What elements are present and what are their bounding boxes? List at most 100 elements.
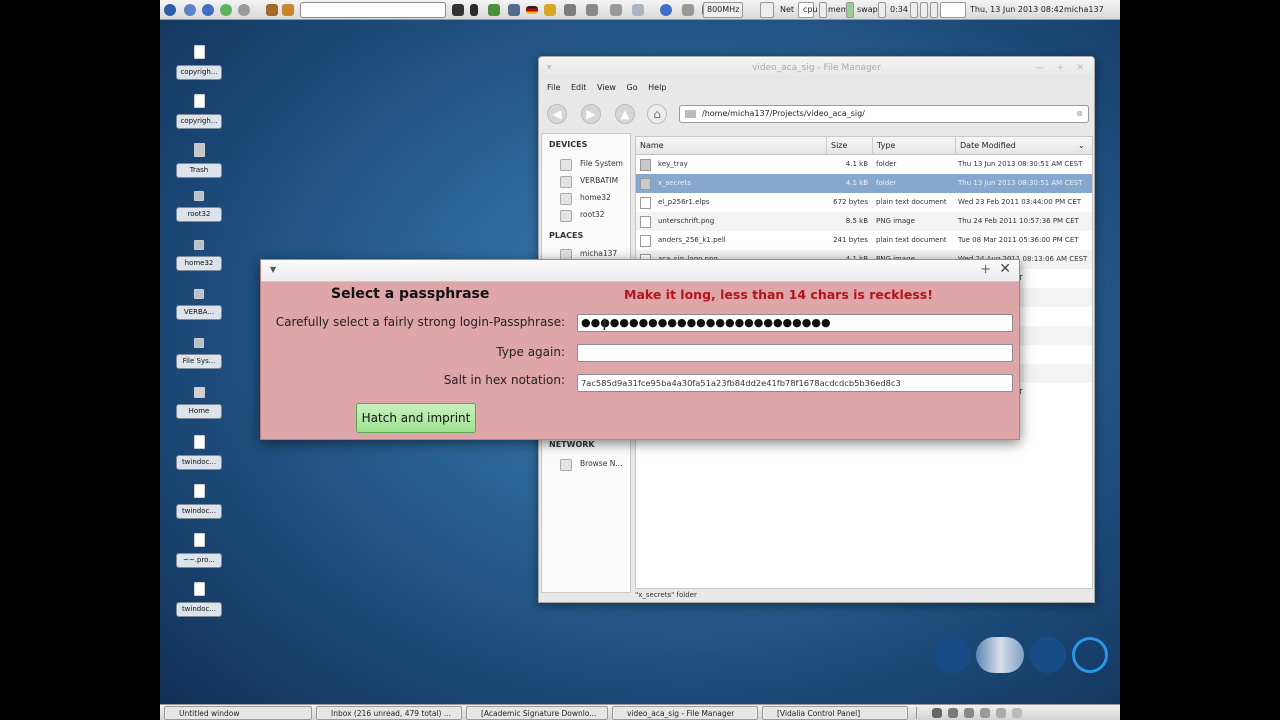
window-menu-icon[interactable]: ▾ — [547, 57, 552, 79]
desktop-icon[interactable]: twindoc... — [176, 435, 222, 471]
workspace-pager-1[interactable] — [910, 2, 918, 18]
tray-icon-3[interactable] — [964, 708, 974, 718]
desktop-icon[interactable]: twindoc... — [176, 484, 222, 520]
desktop-icon[interactable]: VERBA... — [176, 289, 222, 320]
document-icon — [640, 197, 651, 209]
sidebar-item-label: Browse N... — [580, 459, 623, 468]
network-icon[interactable] — [564, 4, 576, 16]
close-icon[interactable]: ✕ — [1076, 57, 1084, 79]
menu-file[interactable]: File — [547, 79, 560, 97]
user-name[interactable]: micha137 — [1064, 0, 1104, 20]
desktop-icon[interactable]: Trash — [176, 142, 222, 178]
edit-icon[interactable] — [282, 4, 294, 16]
task-inbox[interactable]: Inbox (216 unread, 479 total) ... — [316, 706, 462, 720]
table-row[interactable]: anders_256_k1.pell 241 bytes plain text do… — [636, 231, 1092, 250]
language-flag-icon[interactable] — [526, 6, 538, 14]
sidebar-item-label: micha137 — [580, 249, 618, 258]
arrow-icon[interactable] — [682, 4, 694, 16]
menu-edit[interactable]: Edit — [571, 79, 587, 97]
column-type[interactable]: Type — [872, 137, 954, 155]
table-row[interactable]: x_secrets 4.1 kB folder Thu 13 Jun 2013 08:… — [636, 174, 1092, 193]
sidebar-item-home32[interactable]: home32 — [560, 191, 611, 205]
maximize-icon[interactable]: + — [1056, 57, 1064, 79]
clock[interactable]: Thu, 13 Jun 2013 08:42 — [970, 0, 1064, 20]
terminal-icon[interactable] — [452, 4, 464, 16]
workspace-pager-4[interactable] — [940, 2, 966, 18]
dialog-titlebar[interactable]: ▼ + ✕ — [261, 260, 1019, 282]
column-name[interactable]: Name — [636, 137, 826, 155]
firefox-icon[interactable] — [202, 4, 214, 16]
sidebar-item-browse-network[interactable]: Browse N... — [560, 457, 622, 471]
tray-icon-6[interactable] — [1012, 708, 1022, 718]
task-file-manager[interactable]: video_aca_sig - File Manager — [612, 706, 758, 720]
passphrase-field[interactable]: ●●●●●●●●●●●●●●●●●●●●●●●●●● — [577, 314, 1013, 332]
app-menu-icon[interactable] — [164, 4, 176, 16]
file-list-header: Name Size Type Date Modified ⌄ — [636, 137, 1092, 155]
window-menu-icon[interactable]: ▼ — [270, 265, 276, 274]
menu-go[interactable]: Go — [627, 79, 638, 97]
close-icon[interactable]: ✕ — [999, 261, 1011, 277]
file-size: 4.1 kB — [845, 160, 868, 168]
table-row[interactable]: key_tray 4.1 kB folder Thu 13 Jun 2013 08:3… — [636, 155, 1092, 174]
bee-icon[interactable] — [544, 4, 556, 16]
python-icon[interactable] — [488, 4, 500, 16]
desktop-icon[interactable]: Home — [176, 386, 222, 419]
sidebar-item-root32[interactable]: root32 — [560, 208, 605, 222]
workspace-1[interactable] — [934, 637, 970, 673]
task-untitled-window[interactable]: Untitled window — [164, 706, 312, 720]
tool-icon[interactable] — [266, 4, 278, 16]
mail-icon[interactable] — [632, 4, 644, 16]
desktop-icon[interactable]: root32 — [176, 191, 222, 223]
salt-label: Salt in hex notation: — [443, 373, 565, 387]
tray-icon-4[interactable] — [980, 708, 990, 718]
column-date[interactable]: Date Modified — [955, 137, 1092, 155]
workspace-pager-3[interactable] — [930, 2, 938, 18]
table-row[interactable]: unterschrift.png 8.5 kB PNG image Thu 24 Fe… — [636, 212, 1092, 231]
workspace-4[interactable] — [1072, 637, 1108, 673]
file-manager-titlebar[interactable]: ▾ video_aca_sig - File Manager — + ✕ — [539, 57, 1094, 79]
workspace-3[interactable] — [1030, 637, 1066, 673]
chrome-icon[interactable] — [220, 4, 232, 16]
tray-icon-5[interactable] — [996, 708, 1006, 718]
launcher-search-input[interactable] — [300, 2, 446, 18]
back-arrow-icon[interactable]: ◀ — [547, 104, 567, 124]
desktop-icon[interactable]: copyrigh... — [176, 45, 222, 80]
bluetooth-status-icon[interactable] — [660, 4, 672, 16]
tray-icon-1[interactable] — [932, 708, 942, 718]
task-vidalia[interactable]: [Vidalia Control Panel] — [762, 706, 908, 720]
display-icon[interactable] — [508, 4, 520, 16]
type-again-field[interactable] — [577, 344, 1013, 362]
table-row[interactable]: el_p256r1.elps 672 bytes plain text docume… — [636, 193, 1092, 212]
location-bar[interactable]: /home/micha137/Projects/video_aca_sig/ ⊗ — [679, 105, 1089, 123]
browser-icon[interactable] — [184, 4, 196, 16]
maximize-icon[interactable]: + — [980, 262, 991, 277]
desktop-icon[interactable]: home32 — [176, 240, 222, 272]
workspace-pager-2[interactable] — [920, 2, 928, 18]
hatch-and-imprint-button[interactable]: Hatch and imprint — [356, 403, 476, 433]
desktop-icon[interactable]: twindoc... — [176, 581, 222, 617]
cpu-meter — [819, 2, 827, 18]
sidebar-item-file-system[interactable]: File System — [560, 157, 623, 171]
clear-location-icon[interactable]: ⊗ — [1076, 106, 1083, 122]
desktop-icon[interactable]: copyrigh... — [176, 93, 222, 129]
pin-icon[interactable] — [610, 4, 622, 16]
menu-help[interactable]: Help — [648, 79, 666, 97]
home-icon[interactable]: ⌂ — [647, 104, 667, 124]
column-size[interactable]: Size — [826, 137, 871, 155]
task-academic-signature[interactable]: [Academic Signature Downlo... — [466, 706, 608, 720]
up-arrow-icon[interactable]: ▲ — [615, 104, 635, 124]
minimize-icon[interactable]: — — [1035, 57, 1044, 79]
forward-arrow-icon[interactable]: ▶ — [581, 104, 601, 124]
bluetooth-icon[interactable] — [470, 4, 478, 16]
passphrase-dialog[interactable]: ▼ + ✕ Select a passphrase Make it long, … — [260, 259, 1020, 440]
tray-icon-2[interactable] — [948, 708, 958, 718]
menu-view[interactable]: View — [597, 79, 616, 97]
desktop-icon[interactable]: ~~.pro... — [176, 533, 222, 568]
launcher-icon[interactable] — [238, 4, 250, 16]
sort-chevron-icon[interactable]: ⌄ — [1074, 137, 1085, 155]
salt-field[interactable]: 7ac585d9a31fce95ba4a30fa51a23fb84dd2e41f… — [577, 374, 1013, 392]
workspace-2[interactable] — [976, 637, 1024, 673]
volume-icon[interactable] — [586, 4, 598, 16]
desktop-icon[interactable]: File Sys... — [176, 337, 222, 369]
sidebar-item-verbatim[interactable]: VERBATIM — [560, 174, 618, 188]
